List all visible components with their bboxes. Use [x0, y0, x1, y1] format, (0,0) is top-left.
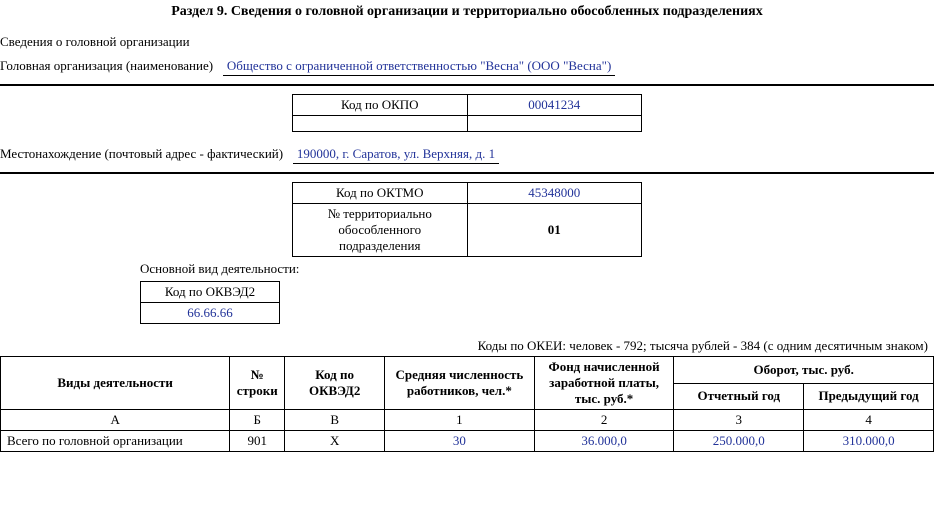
- cell-row-no: 901: [230, 431, 285, 452]
- col-letter-2: 2: [534, 410, 674, 431]
- okpo-table: Код по ОКПО 00041234: [292, 94, 642, 132]
- okpo-value[interactable]: 00041234: [467, 95, 642, 116]
- th-okved: Код по ОКВЭД2: [285, 357, 385, 410]
- oktmo-label: Код по ОКТМО: [293, 183, 468, 204]
- unit-no-label: № территориально обособленного подраздел…: [293, 204, 468, 257]
- head-org-name-label: Головная организация (наименование): [0, 58, 213, 73]
- cell-payroll[interactable]: 36.000,0: [534, 431, 674, 452]
- th-report-year: Отчетный год: [674, 383, 804, 410]
- divider: [0, 84, 934, 86]
- col-letter-4: 4: [804, 410, 934, 431]
- okved-value[interactable]: 66.66.66: [141, 303, 280, 324]
- head-org-info-label: Сведения о головной организации: [0, 34, 934, 50]
- okved-table: Код по ОКВЭД2 66.66.66: [140, 281, 280, 324]
- col-letter-b: Б: [230, 410, 285, 431]
- cell-activity: Всего по головной организации: [1, 431, 230, 452]
- oktmo-table: Код по ОКТМО 45348000 № территориально о…: [292, 182, 642, 257]
- divider: [0, 172, 934, 174]
- okpo-empty-left: [293, 116, 468, 132]
- okved-label: Код по ОКВЭД2: [141, 282, 280, 303]
- th-headcount: Средняя численность работников, чел.*: [385, 357, 535, 410]
- cell-prev-year[interactable]: 310.000,0: [804, 431, 934, 452]
- activity-label: Основной вид деятельности:: [140, 261, 934, 277]
- th-turnover: Оборот, тыс. руб.: [674, 357, 934, 384]
- activity-data-table: Виды деятельности № строки Код по ОКВЭД2…: [0, 356, 934, 452]
- col-letter-a: А: [1, 410, 230, 431]
- cell-okved: Х: [285, 431, 385, 452]
- cell-report-year[interactable]: 250.000,0: [674, 431, 804, 452]
- oktmo-value[interactable]: 45348000: [467, 183, 642, 204]
- th-activity: Виды деятельности: [1, 357, 230, 410]
- th-payroll: Фонд начисленной заработной платы, тыс. …: [534, 357, 674, 410]
- cell-headcount[interactable]: 30: [385, 431, 535, 452]
- col-letter-1: 1: [385, 410, 535, 431]
- th-prev-year: Предыдущий год: [804, 383, 934, 410]
- th-row-no: № строки: [230, 357, 285, 410]
- location-value[interactable]: 190000, г. Саратов, ул. Верхняя, д. 1: [293, 146, 499, 164]
- head-org-name-value[interactable]: Общество с ограниченной ответственностью…: [223, 58, 615, 76]
- col-letter-3: 3: [674, 410, 804, 431]
- unit-no-value[interactable]: 01: [467, 204, 642, 257]
- table-row: Всего по головной организации 901 Х 30 3…: [1, 431, 934, 452]
- okei-note: Коды по ОКЕИ: человек - 792; тысяча рубл…: [0, 338, 928, 354]
- col-letter-v: В: [285, 410, 385, 431]
- okpo-label: Код по ОКПО: [293, 95, 468, 116]
- okpo-empty-right: [467, 116, 642, 132]
- section-title: Раздел 9. Сведения о головной организаци…: [0, 4, 934, 20]
- location-label: Местонахождение (почтовый адрес - фактич…: [0, 146, 283, 161]
